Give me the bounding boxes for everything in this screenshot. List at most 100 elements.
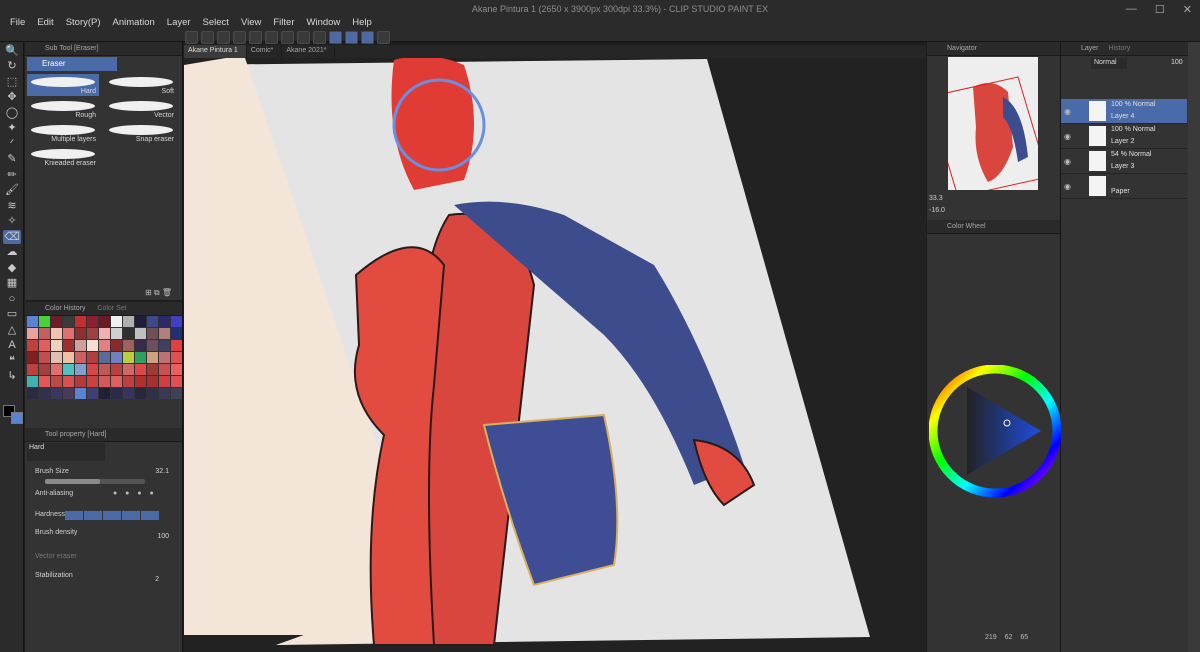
pen-icon[interactable]: ✎	[3, 152, 21, 166]
pencil-icon[interactable]: ✏	[3, 168, 21, 182]
color-swatch[interactable]	[99, 328, 110, 339]
help-icon[interactable]	[377, 31, 390, 44]
close-button[interactable]: ✕	[1183, 3, 1192, 16]
color-swatch[interactable]	[39, 328, 50, 339]
color-swatch[interactable]	[63, 316, 74, 327]
transform-icon[interactable]	[297, 31, 310, 44]
layer-row[interactable]: ◉ Paper	[1061, 174, 1187, 199]
color-swatch[interactable]	[51, 364, 62, 375]
color-swatch[interactable]	[111, 352, 122, 363]
color-swatch[interactable]	[147, 316, 158, 327]
brush-size-row[interactable]: Brush Size 32.1	[35, 468, 175, 484]
color-swatch[interactable]	[39, 316, 50, 327]
eyedropper-icon[interactable]: ᐟ	[3, 137, 21, 151]
vector-eraser-row[interactable]: Vector eraser	[35, 553, 175, 560]
color-swatch[interactable]	[75, 352, 86, 363]
open-icon[interactable]	[201, 31, 214, 44]
color-swatch[interactable]	[39, 352, 50, 363]
wand-icon[interactable]: ✦	[3, 121, 21, 135]
color-swatch[interactable]	[27, 364, 38, 375]
color-swatch[interactable]	[135, 388, 146, 399]
color-swatch[interactable]	[147, 364, 158, 375]
color-swatch[interactable]	[123, 316, 134, 327]
color-swatch[interactable]	[27, 340, 38, 351]
color-swatch[interactable]	[135, 364, 146, 375]
brush-item[interactable]: Knieaded eraser	[27, 146, 99, 168]
snap-ruler-icon[interactable]	[329, 31, 342, 44]
color-swatch[interactable]	[39, 376, 50, 387]
document-tab[interactable]: Comic*	[247, 45, 283, 58]
redo-icon[interactable]	[249, 31, 262, 44]
anti-aliasing-row[interactable]: Anti-aliasing ● ● ● ●	[35, 490, 175, 497]
color-swatch[interactable]	[111, 388, 122, 399]
anti-aliasing-options[interactable]: ● ● ● ●	[113, 490, 157, 497]
frame-icon[interactable]: ▭	[3, 307, 21, 321]
color-swatch[interactable]	[171, 388, 182, 399]
color-swatch[interactable]	[27, 316, 38, 327]
menu-item-window[interactable]: Window	[301, 17, 347, 28]
menu-item-filter[interactable]: Filter	[267, 17, 300, 28]
color-swatch[interactable]	[123, 352, 134, 363]
color-swatch[interactable]	[171, 316, 182, 327]
color-swatch[interactable]	[135, 352, 146, 363]
brush-item[interactable]: Snap eraser	[105, 122, 177, 144]
visibility-eye-icon[interactable]: ◉	[1064, 157, 1071, 166]
color-swatch[interactable]	[51, 340, 62, 351]
color-swatch[interactable]	[123, 340, 134, 351]
brush-item[interactable]: Vector	[105, 98, 177, 120]
menu-item-file[interactable]: File	[4, 17, 31, 28]
color-swatch[interactable]	[147, 352, 158, 363]
color-swatch[interactable]	[63, 364, 74, 375]
correct-line-icon[interactable]: ↳	[3, 369, 21, 383]
brush-item[interactable]: Rough	[27, 98, 99, 120]
brush-size-value[interactable]: 32.1	[155, 468, 169, 475]
color-swatch[interactable]	[171, 352, 182, 363]
color-swatch[interactable]	[147, 340, 158, 351]
snap-grid-icon[interactable]	[361, 31, 374, 44]
color-swatch[interactable]	[123, 364, 134, 375]
color-swatch[interactable]	[159, 352, 170, 363]
color-swatch[interactable]	[87, 388, 98, 399]
brush-item[interactable]: Multiple layers	[27, 122, 99, 144]
document-tab[interactable]: Akane 2021*	[282, 45, 336, 58]
preset-preview[interactable]: Hard	[27, 443, 105, 461]
new-canvas-icon[interactable]	[185, 31, 198, 44]
brush-item[interactable]: Hard	[27, 74, 99, 96]
move-icon[interactable]: ✥	[3, 90, 21, 104]
color-swatch[interactable]	[39, 364, 50, 375]
tab-color-set[interactable]: Color Set	[97, 305, 126, 312]
color-swatch[interactable]	[123, 388, 134, 399]
color-swatch[interactable]	[111, 316, 122, 327]
canvas-artwork[interactable]	[184, 45, 926, 652]
menu-item-select[interactable]: Select	[197, 17, 235, 28]
menu-item-layer[interactable]: Layer	[161, 17, 197, 28]
color-wheel[interactable]	[929, 365, 1061, 500]
layer-scrollbar[interactable]	[1188, 42, 1200, 652]
stabilization-row[interactable]: Stabilization 2	[35, 572, 175, 583]
zoom-value[interactable]: 33.3	[929, 195, 959, 205]
color-swatch[interactable]	[135, 328, 146, 339]
color-swatch[interactable]	[159, 316, 170, 327]
brush-size-slider[interactable]	[45, 479, 145, 484]
visibility-eye-icon[interactable]: ◉	[1064, 107, 1071, 116]
tab-history[interactable]: History	[1108, 45, 1130, 52]
color-swatch[interactable]	[75, 364, 86, 375]
color-swatch[interactable]	[27, 376, 38, 387]
menu-item-edit[interactable]: Edit	[31, 17, 59, 28]
color-swatch[interactable]	[111, 340, 122, 351]
visibility-eye-icon[interactable]: ◉	[1064, 132, 1071, 141]
color-swatch[interactable]	[147, 376, 158, 387]
navigator-thumbnail[interactable]	[927, 57, 1049, 198]
color-swatch[interactable]	[159, 328, 170, 339]
color-swatch[interactable]	[99, 340, 110, 351]
rotate-icon[interactable]: ↻	[3, 59, 21, 73]
color-swatch[interactable]	[159, 388, 170, 399]
color-swatch[interactable]	[75, 328, 86, 339]
shape-icon[interactable]: ○	[3, 292, 21, 306]
brush-item[interactable]: Soft	[105, 74, 177, 96]
menu-item-storyp[interactable]: Story(P)	[60, 17, 107, 28]
color-swatch[interactable]	[39, 340, 50, 351]
canvas-area[interactable]	[184, 45, 926, 652]
color-swatch[interactable]	[63, 388, 74, 399]
color-swatch[interactable]	[171, 340, 182, 351]
